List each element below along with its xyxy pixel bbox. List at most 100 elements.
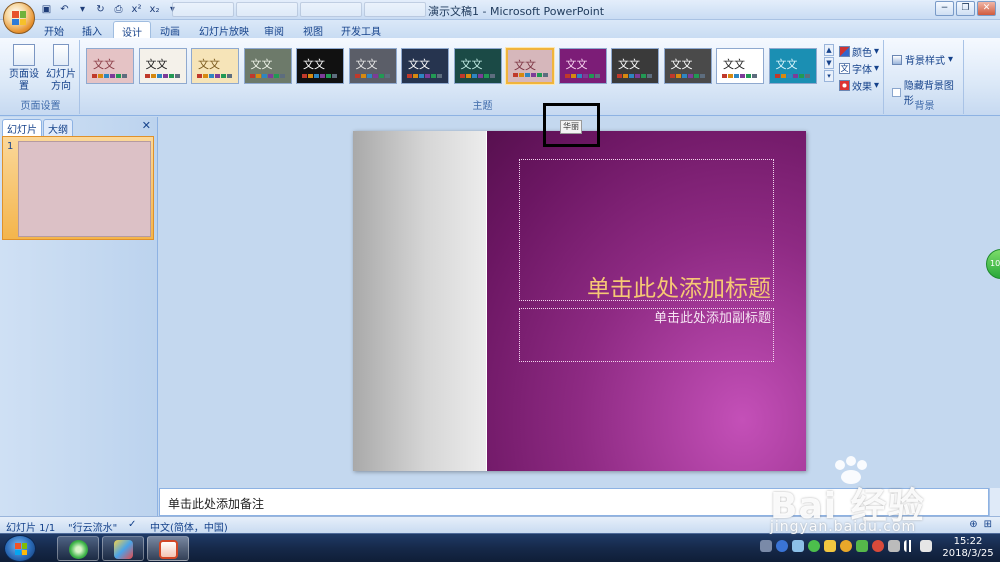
- theme-color-swatches: [722, 74, 757, 78]
- theme-option[interactable]: 文文: [86, 48, 134, 84]
- taskbar-app-paint[interactable]: [102, 536, 144, 561]
- theme-color-swatches: [144, 74, 180, 78]
- office-logo-icon: [12, 11, 26, 25]
- language-indicator[interactable]: 中文(简体，中国): [150, 519, 228, 534]
- baidu-watermark: Bai 经验 jingyan.baidu.com: [770, 455, 995, 545]
- background-styles-button[interactable]: 背景样式 ▾: [892, 52, 953, 67]
- window-title: 演示文稿1 - Microsoft PowerPoint: [428, 5, 605, 18]
- restore-button[interactable]: ❐: [956, 1, 975, 16]
- theme-option[interactable]: 文文: [453, 48, 502, 84]
- tab-slideshow[interactable]: 幻灯片放映: [199, 23, 249, 38]
- theme-effects-button[interactable]: 效果 ▾: [839, 78, 879, 93]
- themes-group: 文文 文文 文文 文文 文文 文文 文文 文文 文文 文文 文文 文文 文文 文文 ▲ ▼ ▾ 颜色 ▾ 文…: [82, 40, 884, 114]
- tab-home[interactable]: 开始: [44, 23, 64, 38]
- theme-fonts-button[interactable]: 文 字体 ▾: [839, 61, 879, 76]
- theme-color-swatches: [197, 74, 232, 78]
- print-preview-icon[interactable]: ⎙: [112, 3, 125, 16]
- theme-color-swatches: [302, 74, 337, 78]
- taskbar-app-powerpoint[interactable]: [147, 536, 189, 561]
- windows-logo-icon: [15, 543, 27, 555]
- dropdown-icon[interactable]: ▾: [76, 3, 89, 16]
- slide-subtitle-text[interactable]: 单击此处添加副标题: [519, 307, 771, 326]
- tab-animation[interactable]: 动画: [160, 23, 180, 38]
- slide-thumbnail-selected[interactable]: 1: [2, 136, 154, 240]
- theme-sample-text: 文文: [250, 58, 273, 71]
- theme-option[interactable]: 文文: [296, 48, 344, 84]
- tab-view[interactable]: 视图: [303, 23, 323, 38]
- page-setup-icon: [13, 44, 35, 66]
- theme-sample-text: 文文: [303, 58, 325, 71]
- theme-color-swatches: [513, 73, 548, 77]
- start-button[interactable]: [4, 535, 36, 562]
- theme-color-swatches: [407, 74, 442, 78]
- tab-insert[interactable]: 插入: [82, 23, 102, 38]
- theme-name: "行云流水": [68, 523, 118, 534]
- title-bar: ▣ ↶ ▾ ↻ ⎙ x² x₂ ▾ 演示文稿1 - Microsoft Powe…: [0, 0, 1000, 20]
- theme-option[interactable]: 文文: [768, 48, 817, 84]
- paint-icon: [114, 540, 133, 559]
- theme-colors-label: 颜色: [852, 48, 872, 59]
- background-tab: [364, 2, 426, 17]
- slide[interactable]: 单击此处添加标题 单击此处添加副标题: [353, 131, 806, 471]
- notes-placeholder[interactable]: 单击此处添加备注: [168, 495, 264, 512]
- tab-review[interactable]: 审阅: [264, 23, 284, 38]
- theme-option[interactable]: 文文: [611, 48, 659, 84]
- taskbar-app-browser[interactable]: [57, 536, 99, 561]
- theme-option[interactable]: 文文: [191, 48, 239, 84]
- theme-sample-text: 文文: [355, 58, 378, 71]
- slide-orientation-icon: [53, 44, 69, 66]
- slide-orientation-button[interactable]: 幻灯片方向: [42, 44, 80, 93]
- slide-counter: 幻灯片 1/1: [6, 523, 56, 534]
- theme-color-swatches: [249, 74, 285, 78]
- theme-option[interactable]: 文文: [138, 48, 187, 84]
- background-tab: [172, 2, 234, 17]
- subscript-icon[interactable]: x₂: [148, 3, 161, 16]
- ribbon-tabs: 开始 插入 设计 动画 幻灯片放映 审阅 视图 开发工具: [0, 20, 1000, 41]
- theme-color-swatches: [617, 74, 652, 78]
- pane-close-icon[interactable]: ✕: [142, 119, 151, 132]
- page-setup-label: 页面设置: [9, 69, 39, 92]
- theme-color-swatches: [564, 74, 600, 78]
- redo-icon[interactable]: ↻: [94, 3, 107, 16]
- theme-sample-text: 文文: [618, 58, 640, 71]
- theme-sample-text: 文文: [93, 58, 115, 71]
- page-setup-button[interactable]: 页面设置: [5, 44, 43, 93]
- hide-background-checkbox-icon: [892, 87, 901, 97]
- gallery-down-icon[interactable]: ▼: [824, 57, 834, 69]
- office-button[interactable]: [3, 2, 35, 34]
- theme-option[interactable]: 文文: [348, 48, 397, 84]
- theme-option[interactable]: 文文: [401, 48, 449, 84]
- window-controls: − ❐ ✕: [935, 1, 996, 16]
- gallery-scroll: ▲ ▼ ▾: [824, 44, 834, 83]
- theme-option[interactable]: 文文: [663, 48, 712, 84]
- superscript-icon[interactable]: x²: [130, 3, 143, 16]
- theme-option[interactable]: 文文: [506, 48, 554, 84]
- annotation-highlight-box: [543, 103, 600, 147]
- theme-sample-text: 文文: [565, 58, 588, 71]
- theme-option[interactable]: 文文: [558, 48, 607, 84]
- slide-thumbnail[interactable]: [18, 141, 151, 237]
- undo-icon[interactable]: ↶: [58, 3, 71, 16]
- theme-colors-button[interactable]: 颜色 ▾: [839, 44, 879, 59]
- theme-sample-text: 文文: [775, 58, 798, 71]
- colors-icon: [839, 46, 850, 57]
- save-icon[interactable]: ▣: [40, 3, 53, 16]
- quick-access-toolbar: ▣ ↶ ▾ ↻ ⎙ x² x₂ ▾: [40, 3, 179, 16]
- background-styles-label: 背景样式: [905, 56, 945, 67]
- effects-icon: [839, 80, 850, 91]
- spellcheck-icon[interactable]: ✓: [128, 519, 136, 530]
- slides-pane: 幻灯片 大纲 ✕ 1: [0, 117, 158, 517]
- slide-title-text[interactable]: 单击此处添加标题: [519, 269, 771, 303]
- minimize-button[interactable]: −: [935, 1, 954, 16]
- theme-sample-text: 文文: [723, 58, 745, 71]
- tab-developer[interactable]: 开发工具: [341, 23, 381, 38]
- gallery-up-icon[interactable]: ▲: [824, 44, 834, 56]
- theme-option[interactable]: 文文: [243, 48, 292, 84]
- theme-fonts-label: 字体: [852, 65, 872, 76]
- gallery-more-icon[interactable]: ▾: [824, 70, 834, 82]
- slide-left-panel: [353, 131, 486, 471]
- theme-option[interactable]: 文文: [716, 48, 764, 84]
- close-button[interactable]: ✕: [977, 1, 996, 16]
- background-group-label: 背景: [914, 101, 935, 112]
- theme-sample-text: 文文: [198, 58, 220, 71]
